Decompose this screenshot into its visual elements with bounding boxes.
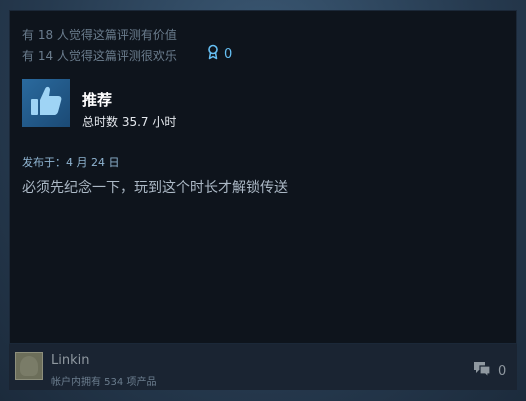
award-button[interactable]: 0 [206,44,232,64]
review-frame: 有 18 人觉得这篇评测有价值 有 14 人觉得这篇评测很欢乐 0 推荐 总时数… [0,0,526,401]
award-icon [206,44,220,64]
award-count: 0 [224,46,233,62]
review-card: 有 18 人觉得这篇评测有价值 有 14 人觉得这篇评测很欢乐 0 推荐 总时数… [9,10,517,344]
avatar[interactable] [15,352,43,380]
comment-icon [472,360,492,382]
products-owned: 帐户内拥有 534 项产品 [51,377,157,388]
thumbs-up-icon [28,83,64,123]
recommended-thumbs-up-badge [22,79,70,127]
helpful-count-text: 有 18 人觉得这篇评测有价值 [22,28,177,42]
avatar-image [20,356,38,376]
comment-count: 0 [498,363,507,379]
review-author-footer: Linkin 帐户内拥有 534 项产品 0 [9,344,517,390]
author-name[interactable]: Linkin [51,353,89,368]
funny-count-text: 有 14 人觉得这篇评测很欢乐 [22,49,177,63]
recommendation-title[interactable]: 推荐 [82,89,112,110]
hours-on-record: 总时数 35.7 小时 [82,115,177,129]
posted-date: 发布于：4 月 24 日 [22,156,120,169]
comment-button[interactable]: 0 [472,360,506,382]
review-body: 必须先纪念一下，玩到这个时长才解锁传送 [22,180,288,196]
